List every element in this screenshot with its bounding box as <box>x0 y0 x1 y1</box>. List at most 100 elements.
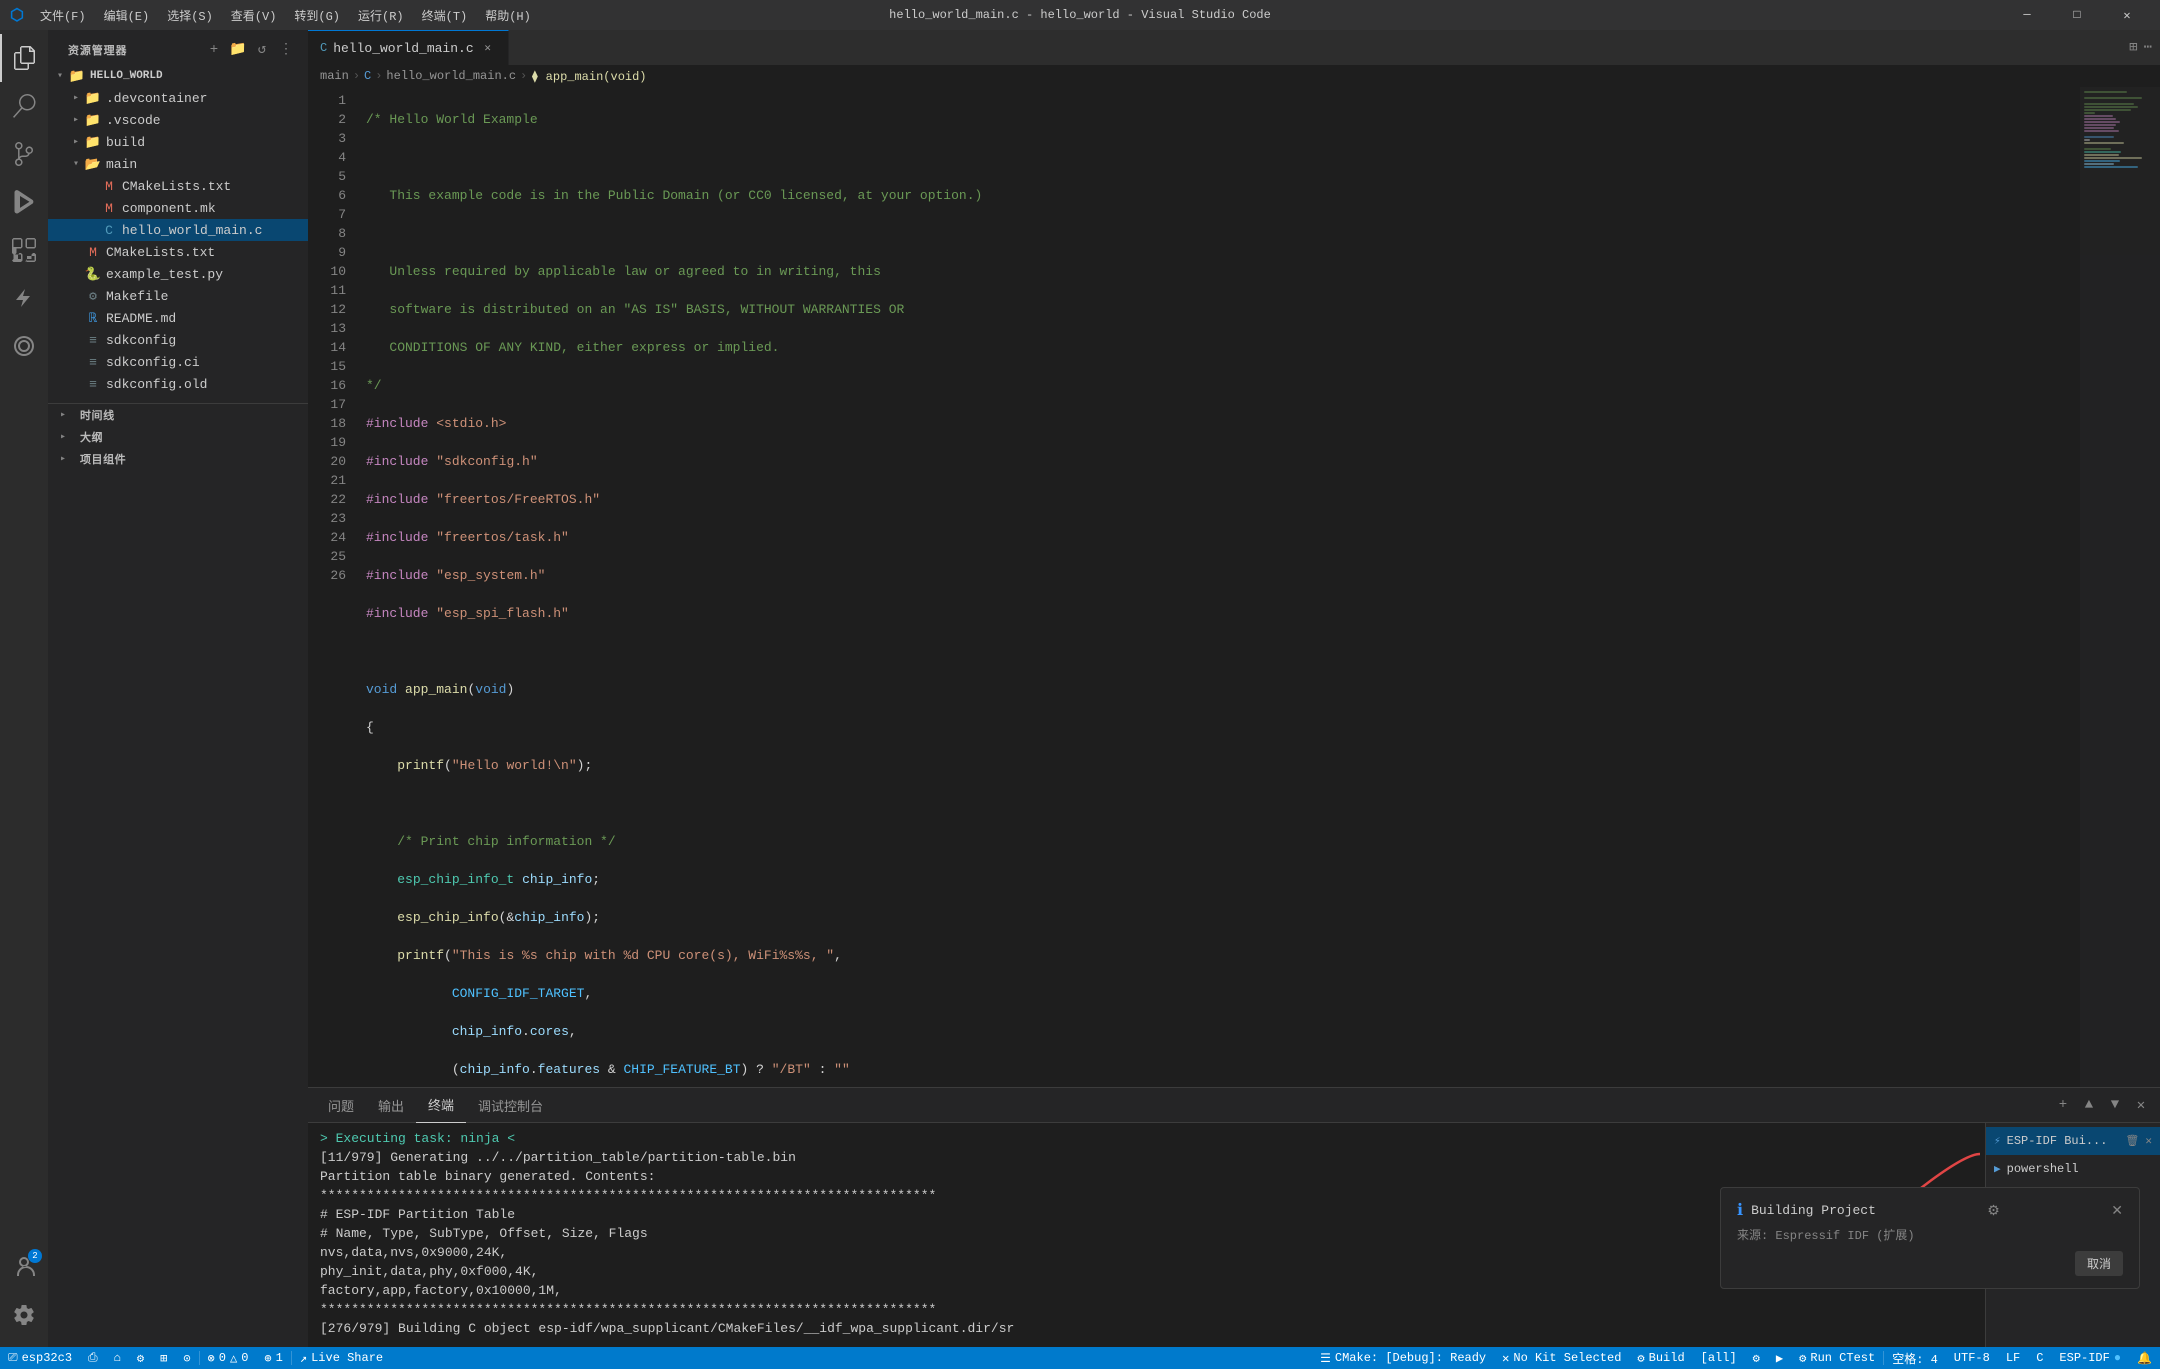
sidebar-actions: + 📁 ↺ ⋮ <box>204 40 296 60</box>
terminal-kill-button[interactable]: ✕ <box>2145 1134 2152 1148</box>
status-language[interactable]: C <box>2028 1347 2051 1369</box>
new-folder-button[interactable]: 📁 <box>228 40 248 60</box>
code-editor[interactable]: 12345 678910 1112131415 1617181920 21222… <box>308 87 2160 1087</box>
menu-select[interactable]: 选择(S) <box>159 5 221 26</box>
panel-tab-terminal[interactable]: 终端 <box>416 1088 466 1123</box>
section-project-components[interactable]: ▸ 项目组件 <box>48 448 308 470</box>
menu-file[interactable]: 文件(F) <box>32 5 94 26</box>
activity-run[interactable] <box>0 178 48 226</box>
tree-item-cmakelists-main[interactable]: M CMakeLists.txt <box>48 175 308 197</box>
status-build[interactable]: ⚙ Build <box>1629 1347 1692 1369</box>
menu-edit[interactable]: 编辑(E) <box>96 5 158 26</box>
notification-settings-button[interactable]: ⚙ <box>1987 1202 2000 1219</box>
split-editor-button[interactable]: ⊞ <box>2129 39 2137 56</box>
tree-item-sdkconfig-old[interactable]: ≡ sdkconfig.old <box>48 373 308 395</box>
build-icon: ⚙ <box>1637 1351 1644 1366</box>
breadcrumb-c[interactable]: C <box>364 69 371 83</box>
status-esp-idf[interactable]: ESP-IDF ● <box>2051 1347 2129 1369</box>
new-file-button[interactable]: + <box>204 40 224 60</box>
status-encoding[interactable]: UTF-8 <box>1946 1347 1998 1369</box>
status-cmake-target[interactable]: [all] <box>1693 1347 1745 1369</box>
status-monitor[interactable]: ⌂ <box>106 1347 129 1369</box>
panel-tab-output[interactable]: 输出 <box>366 1088 416 1123</box>
text-icon: ≡ <box>84 355 102 370</box>
notification-cancel-button[interactable]: 取消 <box>2075 1251 2123 1276</box>
tab-file-icon: C <box>320 41 327 55</box>
activity-scm[interactable] <box>0 130 48 178</box>
folder-icon: 📁 <box>68 69 86 84</box>
more-actions-button[interactable]: ⋯ <box>2144 39 2152 56</box>
tree-item-vscode[interactable]: ▸ 📁 .vscode <box>48 109 308 131</box>
status-run-btn[interactable]: ▶ <box>1768 1347 1791 1369</box>
activity-esp[interactable] <box>0 274 48 322</box>
maximize-button[interactable]: □ <box>2054 0 2100 30</box>
status-eol[interactable]: LF <box>1998 1347 2028 1369</box>
terminal-esp-idf-build[interactable]: ⚡ ESP-IDF Bui... 🗑 ✕ <box>1986 1127 2160 1155</box>
panel-maximize-button[interactable]: ▲ <box>2078 1094 2100 1116</box>
tree-item-example-test-py[interactable]: 🐍 example_test.py <box>48 263 308 285</box>
status-ctest[interactable]: ⚙ Run CTest <box>1791 1347 1883 1369</box>
status-cmake[interactable]: ☰ CMake: [Debug]: Ready <box>1312 1347 1494 1369</box>
status-esp32c3[interactable]: ⎚ esp32c3 <box>0 1347 80 1369</box>
activity-account[interactable]: 2 <box>0 1243 48 1291</box>
menu-run[interactable]: 运行(R) <box>350 5 412 26</box>
status-cmake-settings[interactable]: ⚙ <box>1745 1347 1768 1369</box>
menu-view[interactable]: 查看(V) <box>223 5 285 26</box>
notification-title: Building Project <box>1751 1203 1876 1218</box>
tree-item-sdkconfig-ci[interactable]: ≡ sdkconfig.ci <box>48 351 308 373</box>
status-device[interactable]: ⊞ <box>152 1347 175 1369</box>
terminal-line: [11/979] Generating ../../partition_tabl… <box>320 1148 1973 1167</box>
menu-help[interactable]: 帮助(H) <box>477 5 539 26</box>
section-timeline[interactable]: ▸ 时间线 <box>48 404 308 426</box>
tree-item-readme[interactable]: ℝ README.md <box>48 307 308 329</box>
status-live-share[interactable]: ↗ Live Share <box>292 1347 391 1369</box>
activity-explorer[interactable] <box>0 34 48 82</box>
tree-item-main[interactable]: ▾ 📂 main <box>48 153 308 175</box>
tree-item-componentmk[interactable]: M component.mk <box>48 197 308 219</box>
panel-tab-problems[interactable]: 问题 <box>316 1088 366 1123</box>
activity-search[interactable] <box>0 82 48 130</box>
refresh-button[interactable]: ↺ <box>252 40 272 60</box>
minimize-button[interactable]: ─ <box>2004 0 2050 30</box>
add-terminal-button[interactable]: + <box>2052 1094 2074 1116</box>
status-config[interactable]: ⚙ <box>129 1347 152 1369</box>
panel-close-button[interactable]: ✕ <box>2130 1094 2152 1116</box>
activity-remote[interactable] <box>0 322 48 370</box>
activity-settings[interactable] <box>0 1291 48 1339</box>
activity-extensions[interactable] <box>0 226 48 274</box>
terminal-powershell[interactable]: ▶ powershell <box>1986 1155 2160 1183</box>
collapse-all-button[interactable]: ⋮ <box>276 40 296 60</box>
breadcrumb-function[interactable]: ⧫ app_main(void) <box>531 69 646 84</box>
status-ports[interactable]: ⊕ 1 <box>256 1347 290 1369</box>
ports-count: 1 <box>276 1351 283 1365</box>
status-no-kit[interactable]: ✕ No Kit Selected <box>1494 1347 1629 1369</box>
tree-root-hello-world[interactable]: ▾ 📁 HELLO_WORLD <box>48 65 308 87</box>
close-button[interactable]: ✕ <box>2104 0 2150 30</box>
tree-item-sdkconfig[interactable]: ≡ sdkconfig <box>48 329 308 351</box>
status-flag[interactable]: ⊙ <box>175 1347 198 1369</box>
status-problems[interactable]: ⊗ 0 △ 0 <box>200 1347 257 1369</box>
tree-item-devcontainer[interactable]: ▸ 📁 .devcontainer <box>48 87 308 109</box>
section-outline[interactable]: ▸ 大纲 <box>48 426 308 448</box>
tree-item-makefile[interactable]: ⚙ Makefile <box>48 285 308 307</box>
breadcrumb-main[interactable]: main <box>320 69 349 83</box>
tree-item-cmakelists-root[interactable]: M CMakeLists.txt <box>48 241 308 263</box>
status-notification-bell[interactable]: 🔔 <box>2129 1347 2160 1369</box>
tree-item-hello-world-main-c[interactable]: C hello_world_main.c <box>48 219 308 241</box>
chevron-right-icon: ▸ <box>60 453 76 465</box>
status-bar: ⎚ esp32c3 ⎙ ⌂ ⚙ ⊞ ⊙ ⊗ 0 △ 0 ⊕ 1 ↗ Live S… <box>0 1347 2160 1369</box>
panel-minimize-button[interactable]: ▼ <box>2104 1094 2126 1116</box>
status-indent[interactable]: 空格: 4 <box>1884 1347 1946 1369</box>
notification-popup: ℹ Building Project ⚙ ✕ 来源: Espressif IDF… <box>1720 1187 2140 1289</box>
tree-item-build[interactable]: ▸ 📁 build <box>48 131 308 153</box>
menu-goto[interactable]: 转到(G) <box>286 5 348 26</box>
terminal-trash-button[interactable]: 🗑 <box>2125 1134 2139 1148</box>
status-flash[interactable]: ⎙ <box>80 1347 106 1369</box>
notification-close-button[interactable]: ✕ <box>2111 1202 2123 1219</box>
menu-terminal[interactable]: 终端(T) <box>414 5 476 26</box>
tab-close-button[interactable]: ✕ <box>480 40 496 56</box>
tab-hello-world-main-c[interactable]: C hello_world_main.c ✕ <box>308 30 509 65</box>
breadcrumb-file[interactable]: hello_world_main.c <box>386 69 516 83</box>
panel-tab-debug-console[interactable]: 调试控制台 <box>466 1088 555 1123</box>
editor-panel-wrapper: 12345 678910 1112131415 1617181920 21222… <box>308 87 2160 1347</box>
